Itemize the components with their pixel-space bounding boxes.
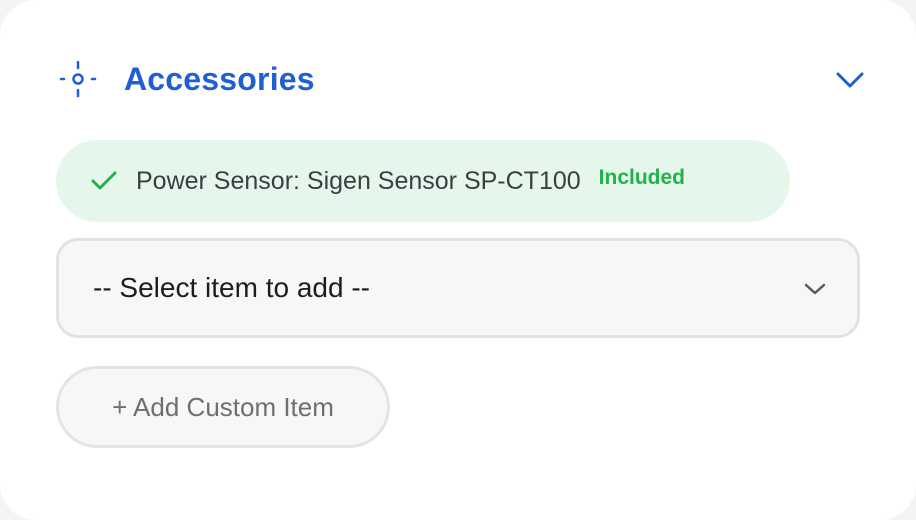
collapse-toggle-button[interactable] <box>832 62 868 98</box>
add-custom-item-label: + Add Custom Item <box>112 391 334 422</box>
checkmark-icon <box>90 167 118 195</box>
select-value: -- Select item to add -- <box>93 272 370 303</box>
add-custom-item-button[interactable]: + Add Custom Item <box>56 366 390 448</box>
included-item: Power Sensor: Sigen Sensor SP-CT100 Incl… <box>56 140 790 222</box>
chevron-down-icon <box>835 70 865 90</box>
included-badge: Included <box>598 166 686 189</box>
chevron-down-icon <box>801 275 829 303</box>
accessories-card: Accessories Power Sensor: Sigen Sensor S… <box>0 0 916 520</box>
crosshair-icon <box>56 57 100 101</box>
accessories-header[interactable]: Accessories <box>56 52 868 106</box>
included-item-name: Power Sensor: Sigen Sensor SP-CT100 <box>136 166 581 195</box>
section-title: Accessories <box>124 60 315 97</box>
add-item-select[interactable]: -- Select item to add -- <box>56 238 860 338</box>
